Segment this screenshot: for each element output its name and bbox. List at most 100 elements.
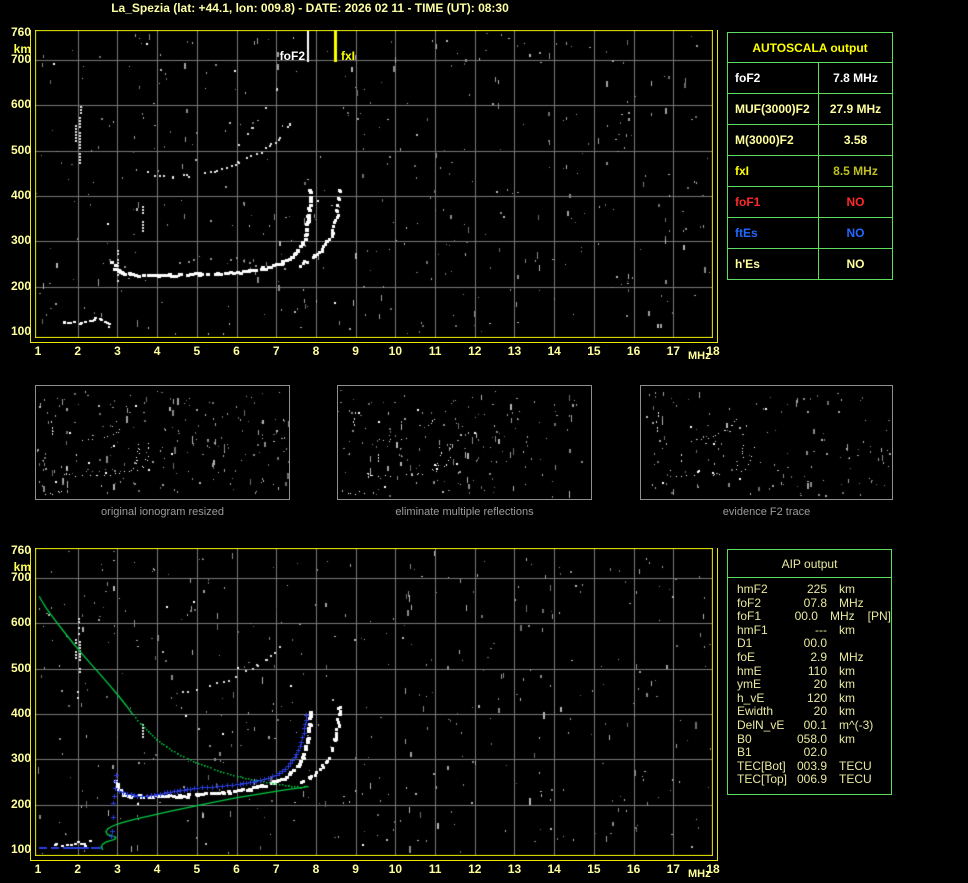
y-tick: 400	[10, 188, 31, 203]
x-tick: 14	[547, 344, 561, 358]
y-tick: 300	[10, 751, 31, 766]
x-tick: 5	[193, 344, 201, 358]
aip-row: foF2 07.8 MHz	[728, 596, 891, 611]
y-tick: 300	[10, 233, 31, 248]
x-tick: 5	[193, 862, 201, 876]
autoscala-row-label: fxI	[728, 156, 819, 186]
aip-row-label: B1	[737, 745, 752, 760]
thumbnail-original-ionogram	[35, 385, 290, 500]
aip-row-label: h_vE	[737, 690, 765, 705]
thumbnail-evidence-f2	[640, 385, 893, 500]
aip-row-value: 2.9	[810, 649, 827, 664]
aip-row-value: 006.9	[796, 772, 827, 787]
thumbnail-caption-eliminate: eliminate multiple reflections	[395, 506, 534, 518]
x-tick: 17	[666, 862, 680, 876]
y-tick: 760	[10, 543, 31, 557]
autoscala-row-label: MUF(3000)F2	[728, 94, 819, 124]
aip-row-value: ---	[815, 622, 827, 637]
autoscala-row: M(3000)F2 3.58	[728, 125, 892, 156]
autoscala-row-value: NO	[846, 257, 865, 271]
autoscala-row-value: NO	[846, 226, 865, 240]
aip-row-value: 058.0	[796, 731, 827, 746]
autoscala-row: MUF(3000)F2 27.9 MHz	[728, 94, 892, 125]
aip-row: hmE 110 km	[728, 663, 891, 679]
x-tick: 8	[312, 862, 320, 876]
autoscala-row-label: h'Es	[728, 249, 819, 279]
aip-row: TEC[Top] 006.9 TECU	[728, 773, 891, 787]
aip-row-value: 00.0	[794, 609, 818, 624]
x-tick: 15	[587, 862, 601, 876]
x-tick: 4	[153, 344, 161, 358]
aip-row-unit: MHz	[839, 649, 864, 664]
autoscala-row: ftEs NO	[728, 218, 892, 249]
y-tick: 500	[10, 660, 31, 675]
aip-row-unit: km	[839, 663, 855, 678]
x-tick: 1	[34, 862, 42, 876]
aip-row: D1 00.0	[728, 637, 891, 651]
foF2-marker-label: foF2	[279, 49, 305, 63]
thumbnail-eliminate-reflections	[337, 385, 592, 500]
y-tick: 400	[10, 706, 31, 721]
x-tick: 7	[272, 862, 280, 876]
autoscala-row-value: 7.8 MHz	[833, 71, 878, 85]
aip-row: foF1 00.0 MHz [PN]	[728, 610, 891, 624]
aip-row: B1 02.0	[728, 746, 891, 760]
aip-row-unit: m^(-3)	[839, 717, 874, 732]
x-tick: 16	[626, 862, 641, 876]
thumbnail-evidence-canvas	[640, 385, 893, 500]
aip-row-label: hmF1	[737, 622, 768, 637]
aip-row-label: ymE	[737, 677, 761, 692]
x-tick: 3	[114, 862, 121, 876]
aip-row: hmF1 --- km	[728, 622, 891, 638]
y-tick: 600	[10, 97, 31, 112]
x-tick: 4	[153, 862, 161, 876]
aip-row-label: TEC[Top]	[737, 772, 788, 787]
aip-row: Ewidth 20 km	[728, 705, 891, 719]
aip-row-label: D1	[737, 636, 753, 651]
thumbnail-caption-original: original ionogram resized	[101, 506, 224, 518]
y-tick: 500	[10, 142, 31, 157]
x-tick: 13	[507, 862, 522, 876]
y-tick: 100	[10, 842, 31, 856]
x-tick: 9	[352, 862, 359, 876]
y-tick: 200	[10, 796, 31, 811]
x-tick: 10	[388, 862, 403, 876]
x-tick: 14	[547, 862, 561, 876]
x-tick: 16	[626, 344, 641, 358]
thumbnail-original-canvas	[35, 385, 290, 500]
aip-row: h_vE 120 km	[728, 690, 891, 706]
aip-row-value: 02.0	[803, 745, 827, 760]
aip-row: foE 2.9 MHz	[728, 649, 891, 665]
x-tick: 12	[468, 862, 482, 876]
x-tick: 8	[312, 344, 320, 358]
y-tick: 100	[10, 324, 31, 338]
thumbnail-caption-evidence: evidence F2 trace	[722, 506, 811, 518]
x-tick: 6	[233, 862, 240, 876]
aip-row-extra: [PN]	[867, 609, 891, 624]
aip-row-value: 120	[806, 690, 827, 705]
thumbnail-eliminate-canvas	[337, 385, 592, 500]
autoscala-row-value: 3.58	[843, 133, 868, 147]
autoscala-row-label: foF1	[728, 187, 819, 217]
autoscala-table-title: AUTOSCALA output	[728, 33, 892, 63]
autoscala-row: foF2 7.8 MHz	[728, 63, 892, 94]
top-x-axis-unit: MHz	[688, 350, 711, 362]
aip-row-label: foF1	[737, 609, 762, 624]
autoscala-row: h'Es NO	[728, 249, 892, 279]
autoscala-row-label: foF2	[728, 63, 819, 93]
aip-row: TEC[Bot] 003.9 TECU	[728, 758, 891, 774]
aip-row-unit: TECU	[839, 772, 872, 787]
top-ionogram-plot: foF2 fxI	[30, 30, 718, 343]
autoscala-row-value: 27.9 MHz	[829, 102, 882, 116]
aip-row-label: foE	[737, 649, 756, 664]
x-tick: 2	[74, 862, 82, 876]
aip-row-unit: km	[839, 582, 855, 596]
y-tick: 700	[10, 570, 31, 585]
x-tick: 10	[388, 344, 403, 358]
aip-row-unit: km	[839, 690, 855, 705]
autoscala-row-label: M(3000)F2	[728, 125, 819, 155]
aip-row-label: B0	[737, 731, 752, 746]
aip-row-unit: MHz	[829, 609, 855, 624]
aip-row-label: hmF2	[737, 582, 768, 596]
aip-row-value: 003.9	[796, 758, 827, 773]
